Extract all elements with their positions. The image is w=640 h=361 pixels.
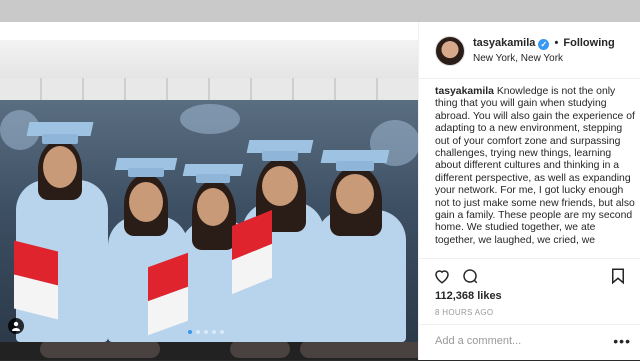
carousel-dots[interactable] bbox=[188, 330, 224, 334]
bookmark-icon[interactable] bbox=[609, 267, 627, 285]
caption-text: Knowledge is not the only thing that you… bbox=[435, 86, 635, 246]
caption-username[interactable]: tasyakamila bbox=[435, 86, 494, 97]
heart-icon[interactable] bbox=[433, 267, 451, 285]
location-link[interactable]: New York, New York bbox=[473, 53, 563, 64]
graduate-5 bbox=[310, 146, 406, 342]
background-page-strip bbox=[0, 0, 640, 22]
username-link[interactable]: tasyakamila bbox=[473, 37, 535, 49]
post-timestamp: 8 HOURS AGO bbox=[435, 308, 494, 317]
dot-separator: • bbox=[554, 37, 559, 49]
person-tag-icon[interactable] bbox=[8, 318, 24, 334]
post-caption: tasyakamila Knowledge is not the only th… bbox=[435, 86, 635, 256]
comment-input[interactable] bbox=[433, 334, 607, 348]
post-author-line: tasyakamila ✓ • Following bbox=[473, 37, 615, 50]
avatar[interactable] bbox=[435, 36, 465, 66]
post-modal: tasyakamila ✓ • Following New York, New Y… bbox=[0, 22, 640, 360]
post-sidebar: tasyakamila ✓ • Following New York, New Y… bbox=[418, 22, 640, 360]
post-photo[interactable] bbox=[0, 40, 418, 342]
post-actions bbox=[419, 258, 640, 285]
more-options-icon[interactable]: ••• bbox=[613, 333, 631, 349]
verified-check-icon: ✓ bbox=[538, 39, 550, 50]
comment-icon[interactable] bbox=[461, 267, 479, 285]
likes-count[interactable]: 112,368 likes bbox=[435, 290, 502, 302]
following-button[interactable]: Following bbox=[563, 37, 614, 49]
post-header: tasyakamila ✓ • Following New York, New Y… bbox=[419, 22, 640, 79]
comment-bar: ••• bbox=[419, 324, 640, 361]
